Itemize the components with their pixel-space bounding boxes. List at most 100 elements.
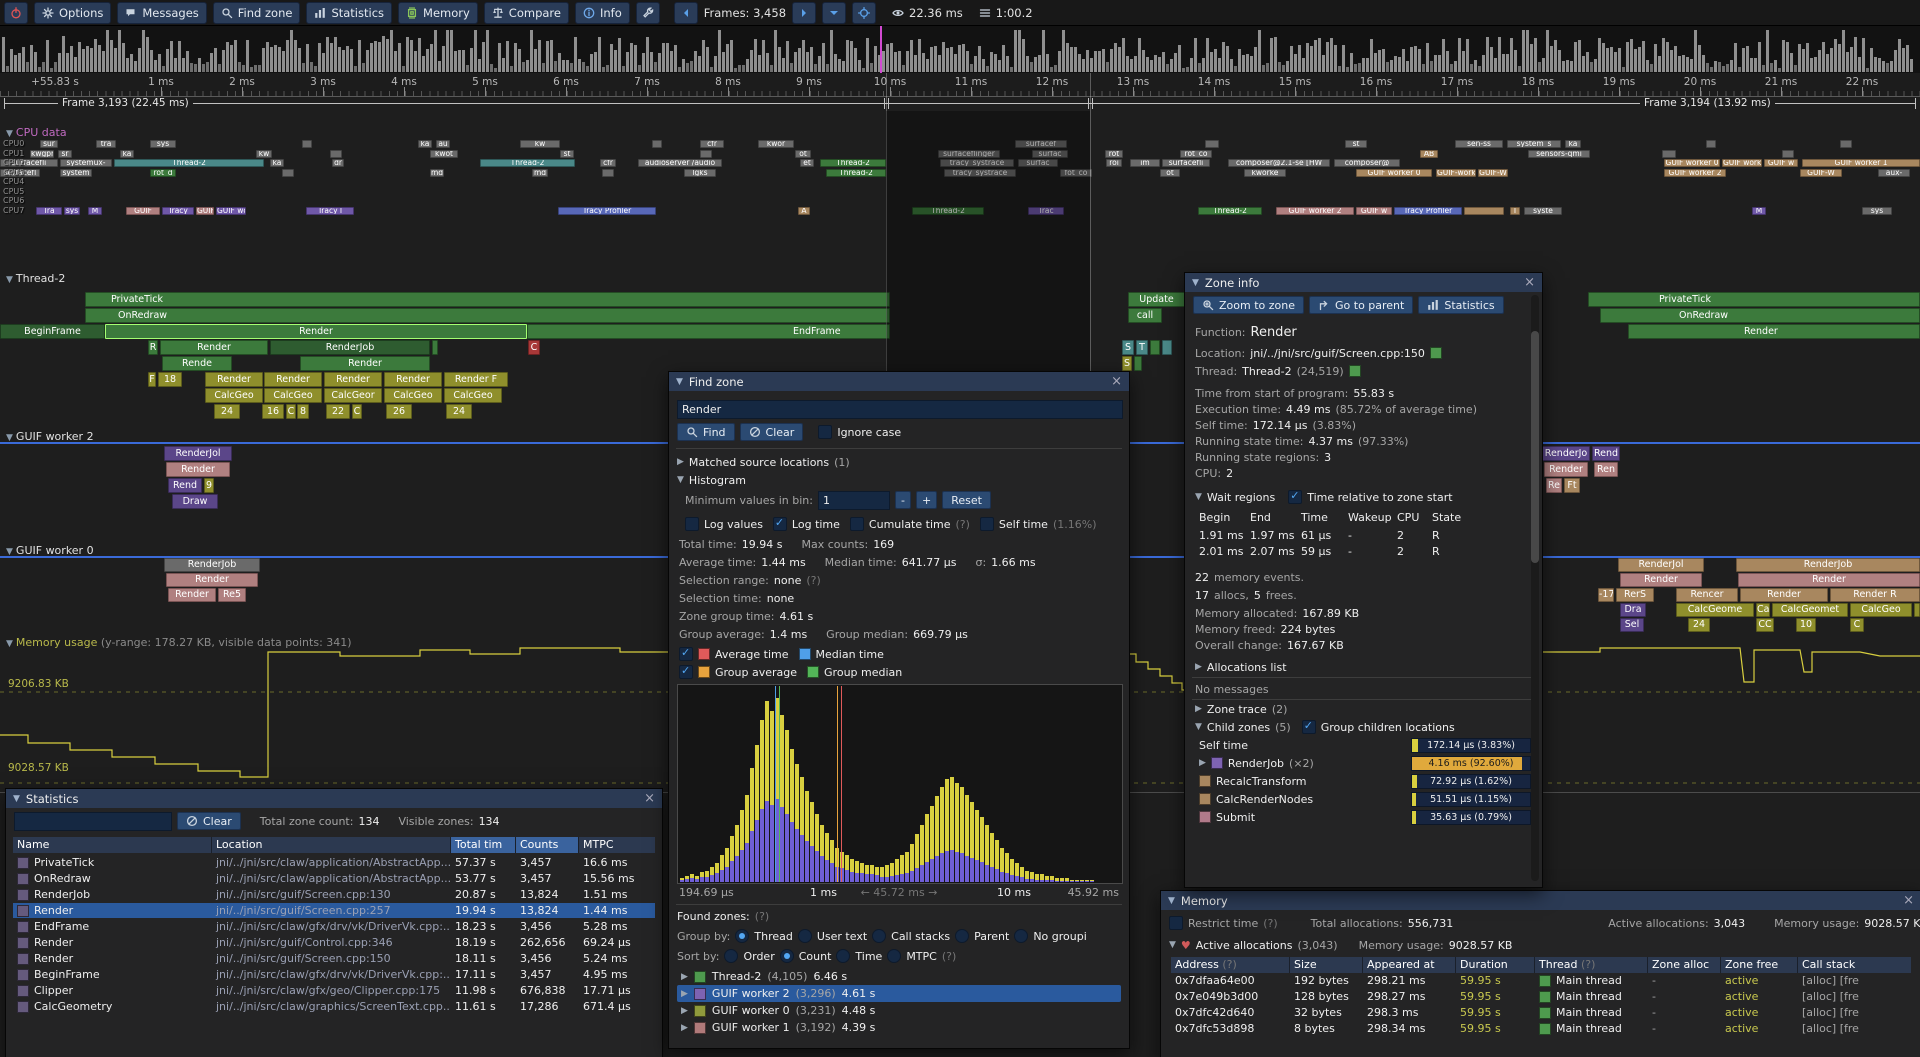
zone-segment[interactable]: lgks: [684, 169, 716, 177]
find-zone-titlebar[interactable]: ▼ Find zone ×: [669, 372, 1129, 391]
close-icon[interactable]: ×: [1903, 894, 1914, 907]
zone-segment[interactable]: RenderJob: [270, 340, 430, 355]
zone-segment[interactable]: GUIF worker 2: [1276, 207, 1354, 215]
zone-segment[interactable]: GUIF w: [1764, 159, 1798, 167]
zone-segment[interactable]: GUIF-work: [1436, 169, 1476, 177]
zone-segment[interactable]: Render: [1544, 462, 1588, 477]
radio-no-groupi[interactable]: [1014, 929, 1028, 943]
zone-segment[interactable]: GUIF-W: [1478, 169, 1508, 177]
zone-segment[interactable]: dr: [332, 159, 344, 167]
zone-segment[interactable]: sur: [40, 140, 58, 148]
help-hint[interactable]: (?): [806, 574, 820, 587]
zone-segment[interactable]: syste: [1524, 207, 1562, 215]
zone-segment[interactable]: RenderJob: [164, 558, 260, 572]
zone-segment[interactable]: md: [532, 169, 548, 177]
zone-segment[interactable]: Rende: [162, 356, 232, 371]
child-zone-row[interactable]: RecalcTransform: [1199, 773, 1307, 789]
radio-user-text[interactable]: [798, 929, 812, 943]
allocations-table-header[interactable]: Address (?)SizeAppeared atDurationThread…: [1171, 957, 1911, 973]
zone-segment[interactable]: [432, 340, 438, 355]
zone-segment[interactable]: system_s: [1507, 140, 1561, 148]
zone-segment[interactable]: Render: [324, 372, 382, 387]
radio-call-stacks[interactable]: [872, 929, 886, 943]
close-icon[interactable]: ×: [1524, 276, 1535, 289]
zone-segment[interactable]: Render: [300, 356, 430, 371]
zone-segment[interactable]: GUIF wor: [216, 207, 246, 215]
zone-segment[interactable]: 22: [326, 404, 350, 419]
zone-segment[interactable]: [1782, 150, 1794, 158]
zone-segment[interactable]: [302, 140, 312, 148]
zone-segment[interactable]: 16: [262, 404, 284, 419]
zone-segment[interactable]: composer@: [1334, 159, 1400, 167]
zone-segment[interactable]: 9: [204, 478, 214, 493]
zone-segment[interactable]: [652, 140, 662, 148]
table-row[interactable]: RenderJobjni/../jni/src/guif/Screen.cpp:…: [13, 887, 655, 902]
zone-segment[interactable]: cfr: [600, 159, 616, 167]
found-zone-group[interactable]: ▶Thread-2(4,105)6.46 s: [677, 968, 1121, 985]
zone-segment[interactable]: tra: [96, 140, 116, 148]
stats-col-header[interactable]: MTPC: [579, 837, 655, 853]
zone-segment[interactable]: RenderJo: [1542, 446, 1590, 461]
zone-segment[interactable]: AB: [1420, 150, 1438, 158]
zone-segment[interactable]: Render: [166, 462, 230, 477]
zone-segment[interactable]: Render: [160, 340, 268, 355]
table-row[interactable]: Renderjni/../jni/src/guif/Control.cpp:34…: [13, 935, 655, 950]
child-zone-row[interactable]: ▶RenderJob(×2): [1199, 755, 1314, 771]
zone-segment[interactable]: GUIF worker 1: [1802, 159, 1920, 167]
radio-time[interactable]: [836, 949, 850, 963]
zone-segment[interactable]: S: [1122, 356, 1132, 371]
statistics-titlebar[interactable]: ▼ Statistics ×: [6, 789, 662, 808]
zone-segment[interactable]: RenderJob: [1736, 558, 1920, 572]
zone-segment[interactable]: OnRedraw: [1600, 308, 1920, 323]
zone-segment[interactable]: Render: [166, 573, 258, 587]
zone-segment[interactable]: Render R: [1830, 588, 1920, 602]
zone-segment[interactable]: Render: [384, 372, 442, 387]
table-row[interactable]: Renderjni/../jni/src/guif/Screen.cpp:257…: [13, 903, 655, 918]
zone-segment[interactable]: Render: [1620, 573, 1702, 587]
zone-segment[interactable]: PrivateTick: [1588, 292, 1920, 307]
zone-segment[interactable]: ka: [418, 140, 432, 148]
zone-segment[interactable]: Thread-2: [114, 159, 264, 167]
checkbox-cumulate-time[interactable]: [850, 517, 864, 531]
radio-count[interactable]: [780, 949, 794, 963]
expand-arrow[interactable]: ▶: [1195, 704, 1202, 714]
checkbox-log-time[interactable]: [773, 517, 787, 531]
zone-segment[interactable]: [1162, 340, 1172, 355]
help-hint[interactable]: (?): [755, 910, 769, 923]
zone-segment[interactable]: kworke: [1244, 169, 1286, 177]
zone-segment[interactable]: [1662, 150, 1676, 158]
zone-segment[interactable]: ka: [270, 159, 284, 167]
zone-segment[interactable]: [1205, 140, 1219, 148]
zone-info-titlebar[interactable]: ▼ Zone info ×: [1185, 273, 1542, 292]
zone-segment[interactable]: st: [1345, 140, 1367, 148]
collapse-icon[interactable]: ▼: [1168, 896, 1175, 906]
zone-segment[interactable]: [330, 150, 342, 158]
zone-segment[interactable]: GUIF worker 2: [1664, 169, 1726, 177]
stats-col-header[interactable]: Name: [13, 837, 211, 853]
table-row[interactable]: 0x7e049b3d00128 bytes298.27 ms59.95 sMai…: [1171, 989, 1911, 1004]
memory-col-header[interactable]: Call stack: [1798, 957, 1911, 973]
zone-segment[interactable]: Rend: [1592, 446, 1620, 461]
radio-parent[interactable]: [955, 929, 969, 943]
zone-segment[interactable]: CalcGeo: [205, 388, 263, 403]
legend-checkbox[interactable]: [679, 647, 693, 661]
collapse-arrow[interactable]: ▼: [1195, 492, 1202, 502]
zone-segment[interactable]: Sel: [1620, 618, 1644, 632]
find-button[interactable]: Find: [677, 423, 735, 441]
zone-segment[interactable]: [700, 150, 712, 158]
checkbox-self-time[interactable]: [980, 517, 994, 531]
zone-segment[interactable]: kw: [256, 150, 272, 158]
table-row[interactable]: BeginFramejni/../jni/src/claw/gfx/drv/vk…: [13, 967, 655, 982]
zone-segment[interactable]: ka: [1565, 140, 1581, 148]
zone-segment[interactable]: Thread-2: [1198, 207, 1262, 215]
memory-col-header[interactable]: Appeared at: [1363, 957, 1455, 973]
zone-segment[interactable]: -17: [1598, 588, 1614, 602]
zone-segment[interactable]: kw: [520, 140, 560, 148]
zone-segment[interactable]: Ren: [1594, 462, 1618, 477]
zone-segment[interactable]: sys: [150, 140, 176, 148]
table-row[interactable]: 0x7dfc42d64032 bytes298.3 ms59.95 sMain …: [1171, 1005, 1911, 1020]
found-zone-group[interactable]: ▶GUIF worker 1(3,192)4.39 s: [677, 1019, 1121, 1036]
zone-segment[interactable]: Dra: [1620, 603, 1646, 617]
bin-decrement-button[interactable]: -: [895, 491, 911, 509]
zone-segment[interactable]: C: [1850, 618, 1864, 632]
